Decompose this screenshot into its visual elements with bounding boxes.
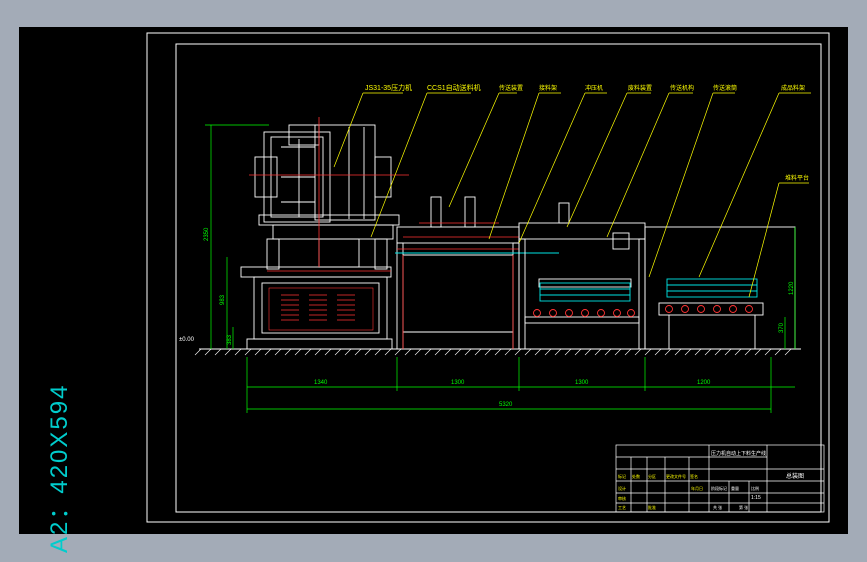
sheet-size-label: A2：420X594 xyxy=(46,384,73,553)
press-base-outline xyxy=(268,287,374,331)
callout-receiver: 接料架 xyxy=(539,84,557,92)
title-row-mark: 标记 xyxy=(618,473,626,479)
product-stack-2 xyxy=(666,278,758,298)
transfer-frame xyxy=(518,202,796,350)
roller-row-1 xyxy=(533,309,635,317)
callout-platform: 堆料平台 xyxy=(785,174,809,182)
feeder-details xyxy=(397,222,519,349)
callout-transfer: 传送装置 xyxy=(499,84,523,92)
callout-mechanism: 传送机构 xyxy=(670,84,694,92)
title-sheets-number: 第 张 xyxy=(739,504,748,510)
title-row-date: 年月日 xyxy=(691,485,703,491)
title-row-zone: 分区 xyxy=(648,473,656,479)
pallet-frame xyxy=(658,302,764,349)
title-role-design: 设计 xyxy=(618,485,626,491)
dim-seg-2: 1300 xyxy=(451,380,465,386)
title-role-approve: 批准 xyxy=(648,504,656,510)
callout-press: JS31-35压力机 xyxy=(365,83,412,92)
ground xyxy=(194,348,801,356)
dim-seg-4: 1200 xyxy=(697,380,711,386)
title-sheets-total: 共 张 xyxy=(713,504,722,510)
dim-left-height: 2350 xyxy=(204,227,210,241)
dim-total: 5320 xyxy=(499,402,513,408)
title-scale: 1:15 xyxy=(751,495,761,501)
leader-lines xyxy=(333,92,811,298)
roller-row-2 xyxy=(665,305,753,313)
dim-right-small: 370 xyxy=(779,322,785,333)
title-row-sign: 签名 xyxy=(690,473,698,479)
title-role-process: 工艺 xyxy=(618,505,626,510)
inner-frame xyxy=(175,43,822,513)
callout-punch: 冲压机 xyxy=(585,84,603,92)
press-springs xyxy=(249,117,409,321)
dimension-lines xyxy=(205,124,796,413)
dim-zero-level: ±0.00 xyxy=(179,337,195,343)
callout-roller: 传送滚筒 xyxy=(713,84,737,92)
title-field-scale: 比例 xyxy=(751,485,759,491)
title-field-weight: 重量 xyxy=(731,485,739,491)
title-row-file: 更改文件号 xyxy=(666,473,686,479)
assembly-drawing: JS31-35压力机 CCS1自动送料机 传送装置 接料架 冲压机 废料装置 传… xyxy=(146,32,830,523)
dim-right-height: 1220 xyxy=(789,281,795,295)
outer-frame xyxy=(146,32,830,523)
title-role-review: 审核 xyxy=(618,495,626,501)
dim-seg-3: 1300 xyxy=(575,380,589,386)
dim-seg-1: 1340 xyxy=(314,380,328,386)
product-stack-1 xyxy=(539,282,631,302)
dim-left-height2: 983 xyxy=(220,294,226,305)
cad-canvas: JS31-35压力机 CCS1自动送料机 传送装置 接料架 冲压机 废料装置 传… xyxy=(19,27,848,553)
title-drawing-title: 压力机自动上下料生产线 xyxy=(711,450,766,457)
callout-rack: 成品料架 xyxy=(781,84,805,92)
title-row-count: 处数 xyxy=(632,473,640,479)
callout-feeder: CCS1自动送料机 xyxy=(427,83,481,92)
title-field-stage: 阶段标记 xyxy=(711,485,727,491)
sheet-size-text: A2：420X594 xyxy=(46,384,73,553)
callout-scrap: 废料装置 xyxy=(628,84,652,92)
title-drawing-name: 总装图 xyxy=(786,472,804,480)
dim-left-small: 383 xyxy=(227,334,233,345)
feeder-frame xyxy=(396,196,520,350)
